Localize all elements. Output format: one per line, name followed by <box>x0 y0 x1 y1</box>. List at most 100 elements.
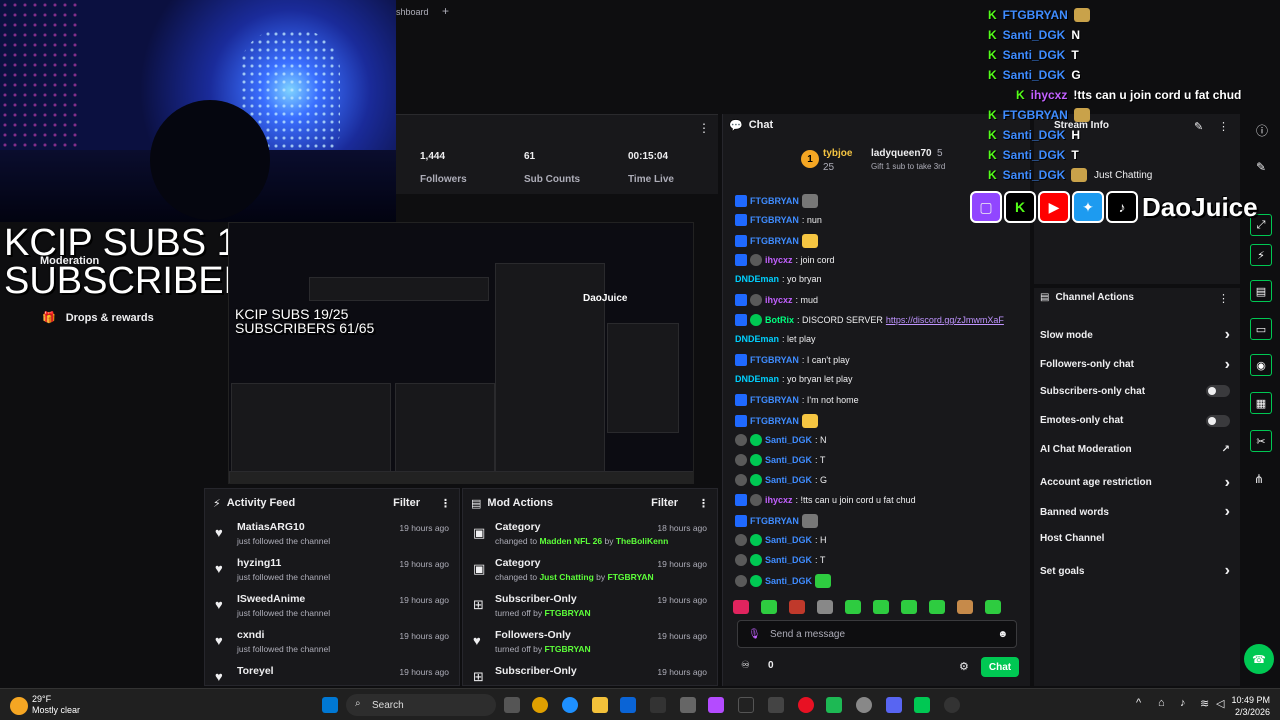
filter-button[interactable]: Filter <box>393 497 420 509</box>
chat-message[interactable]: DNDEman: let play <box>735 334 816 344</box>
taskbar-clock[interactable]: 10:49 PM 2/3/2026 <box>1231 694 1270 718</box>
chat-message[interactable]: BotRix: DISCORD SERVER https://discord.g… <box>735 314 1004 326</box>
sidebar-item-drops[interactable]: 🎁 Drops & rewards <box>42 311 154 325</box>
chat-username[interactable]: FTGBRYAN <box>750 236 799 246</box>
terminal-icon[interactable] <box>738 697 754 713</box>
emote-icon[interactable] <box>817 600 833 614</box>
app-icon[interactable] <box>768 697 784 713</box>
emote-icon[interactable] <box>733 600 749 614</box>
channel-action-item[interactable]: Followers-only chat › <box>1040 356 1230 374</box>
chat-username[interactable]: FTGBRYAN <box>750 516 799 526</box>
app-icon[interactable] <box>914 697 930 713</box>
chat-message[interactable]: Santi_DGK: N <box>735 434 827 446</box>
emote-icon[interactable] <box>873 600 889 614</box>
weather-icon[interactable] <box>10 697 28 715</box>
chat-message[interactable]: Santi_DGK <box>735 574 832 588</box>
chat-message[interactable]: FTGBRYAN <box>735 234 818 248</box>
emote-picker-icon[interactable]: ☻ <box>997 629 1008 640</box>
chat-message[interactable]: Santi_DGK: G <box>735 474 827 486</box>
sidebar-item-moderation[interactable]: Moderation <box>40 255 99 267</box>
chat-username[interactable]: FTGBRYAN <box>750 196 799 206</box>
emote-icon[interactable] <box>761 600 777 614</box>
more-icon[interactable]: ⋮ <box>698 497 709 510</box>
outlook-icon[interactable] <box>620 697 636 713</box>
chat-username[interactable]: ihycxz <box>765 255 793 265</box>
channel-action-item[interactable]: Set goals › <box>1040 562 1230 580</box>
mic-icon[interactable]: ♪ <box>1180 697 1186 709</box>
list-item[interactable]: ▣ Category changed to Just Chatting by F… <box>463 553 717 589</box>
more-icon[interactable]: ⋮ <box>440 497 451 510</box>
list-item[interactable]: ♥ MatiasARG10 just followed the channel … <box>205 517 459 553</box>
chat-message[interactable]: Santi_DGK: H <box>735 534 827 546</box>
wrench-icon[interactable]: ✂ <box>1250 430 1272 452</box>
chat-username[interactable]: DNDEman <box>735 274 779 284</box>
channel-action-item[interactable]: Emotes-only chat <box>1040 414 1230 427</box>
chat-username[interactable]: ihycxz <box>765 495 793 505</box>
settings-icon[interactable]: ⚙ <box>959 660 969 673</box>
edge-icon[interactable] <box>562 697 578 713</box>
app-icon[interactable] <box>650 697 666 713</box>
chat-message[interactable]: Santi_DGK: T <box>735 554 825 566</box>
filter-button[interactable]: Filter <box>651 497 678 509</box>
emote-icon[interactable] <box>957 600 973 614</box>
list-item[interactable]: ♥ hyzing11 just followed the channel 19 … <box>205 553 459 589</box>
more-icon[interactable]: ⋮ <box>1218 292 1229 305</box>
chevron-up-icon[interactable]: ^ <box>1136 697 1141 709</box>
volume-icon[interactable]: ◁ <box>1216 697 1224 710</box>
channel-points-icon[interactable]: ♾ <box>741 660 750 671</box>
channel-action-item[interactable]: Subscribers-only chat <box>1040 385 1230 397</box>
chat-input[interactable]: 🎙 Send a message ☻ <box>737 620 1017 648</box>
new-tab-icon[interactable]: + <box>442 4 449 18</box>
chat-message[interactable]: FTGBRYAN: I can't play <box>735 354 850 366</box>
chat-username[interactable]: FTGBRYAN <box>750 215 799 225</box>
gift-icon[interactable]: ▦ <box>1250 392 1272 414</box>
chat-username[interactable]: BotRix <box>765 315 794 325</box>
chat-message[interactable]: ihycxz: join cord <box>735 254 835 266</box>
chat-username[interactable]: DNDEman <box>735 334 779 344</box>
chat-message[interactable]: FTGBRYAN <box>735 514 818 528</box>
browser-tab[interactable]: shboard <box>396 7 429 17</box>
chat-message[interactable]: ihycxz: mud <box>735 294 818 306</box>
support-icon[interactable]: ☎ <box>1244 644 1274 674</box>
chat-username[interactable]: FTGBRYAN <box>750 395 799 405</box>
chat-username[interactable]: Santi_DGK <box>765 455 812 465</box>
weather-widget[interactable]: 29°F Mostly clear <box>32 694 80 716</box>
app-icon[interactable] <box>708 697 724 713</box>
list-item[interactable]: ♥ ISweedAnime just followed the channel … <box>205 589 459 625</box>
emote-icon[interactable] <box>845 600 861 614</box>
toggle-switch[interactable] <box>1206 385 1230 397</box>
discord-icon[interactable] <box>886 697 902 713</box>
file-explorer-icon[interactable] <box>592 697 608 713</box>
chat-username[interactable]: FTGBRYAN <box>750 416 799 426</box>
chat-message[interactable]: FTGBRYAN: nun <box>735 214 822 226</box>
chat-username[interactable]: Santi_DGK <box>765 475 812 485</box>
document-icon[interactable]: ▤ <box>1250 280 1272 302</box>
chat-icon[interactable]: ▭ <box>1250 318 1272 340</box>
chat-send-button[interactable]: Chat <box>981 657 1019 677</box>
chrome-icon[interactable] <box>532 697 548 713</box>
network-icon[interactable]: ⌂ <box>1158 697 1165 709</box>
windows-start-icon[interactable] <box>322 697 338 713</box>
chat-username[interactable]: Santi_DGK <box>765 435 812 445</box>
chat-message[interactable]: FTGBRYAN <box>735 194 818 208</box>
chat-username[interactable]: ihycxz <box>765 295 793 305</box>
channel-action-item[interactable]: Account age restriction › <box>1040 474 1230 492</box>
chat-message[interactable]: DNDEman: yo bryan let play <box>735 374 853 384</box>
chat-message[interactable]: FTGBRYAN: I'm not home <box>735 394 859 406</box>
wifi-icon[interactable]: ≋ <box>1200 697 1209 710</box>
more-icon[interactable]: ⋮ <box>698 121 710 135</box>
obs-icon[interactable] <box>944 697 960 713</box>
emote-icon[interactable] <box>929 600 945 614</box>
mic-icon[interactable]: 🎙 <box>748 629 761 640</box>
broadcast-icon[interactable]: ◉ <box>1250 354 1272 376</box>
channel-action-item[interactable]: AI Chat Moderation ↗ <box>1040 444 1230 455</box>
channel-action-item[interactable]: Host Channel <box>1040 533 1230 544</box>
channel-action-item[interactable]: Slow mode › <box>1040 326 1230 344</box>
taskbar-search[interactable]: ⌕ Search <box>346 694 496 716</box>
chat-username[interactable]: Santi_DGK <box>765 535 812 545</box>
task-view-icon[interactable] <box>504 697 520 713</box>
chat-message[interactable]: ihycxz: !tts can u join cord u fat chud <box>735 494 916 506</box>
chat-message[interactable]: Santi_DGK: T <box>735 454 825 466</box>
chat-message[interactable]: DNDEman: yo bryan <box>735 274 822 284</box>
app-icon[interactable] <box>856 697 872 713</box>
